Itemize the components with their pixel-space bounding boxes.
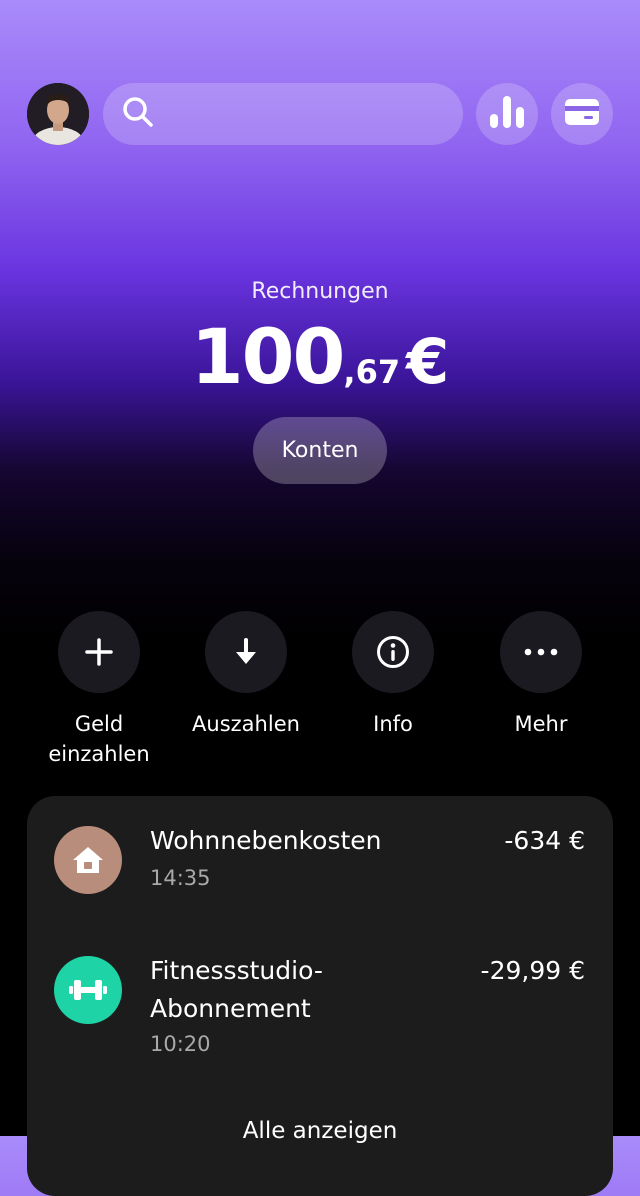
house-icon	[54, 826, 122, 894]
more-action[interactable]: Mehr	[461, 611, 621, 739]
search-input[interactable]	[163, 83, 457, 147]
info-icon[interactable]	[352, 611, 434, 693]
credit-card-icon	[565, 99, 599, 129]
balance-currency: €	[406, 325, 450, 398]
transaction-time: 10:20	[150, 1032, 211, 1056]
transaction-title: Wohnnebenkosten	[150, 826, 382, 855]
quick-actions: Geld einzahlen Auszahlen Info Mehr	[0, 611, 640, 781]
avatar[interactable]	[27, 83, 89, 145]
info-label: Info	[373, 712, 413, 736]
search-icon	[121, 95, 155, 133]
withdraw-action[interactable]: Auszahlen	[166, 611, 326, 739]
transaction-time: 14:35	[150, 866, 211, 890]
show-all-link[interactable]: Alle anzeigen	[0, 1118, 640, 1144]
transaction-title: Fitnessstudio- Abonnement	[150, 956, 323, 1023]
search-bar[interactable]	[103, 83, 463, 147]
deposit-label: Geld einzahlen	[48, 712, 150, 766]
more-label: Mehr	[514, 712, 568, 736]
balance-label: Rechnungen	[251, 279, 389, 304]
transaction-amount: -29,99 €	[480, 956, 585, 985]
balance-decimal: ,67	[343, 353, 401, 391]
top-bar	[27, 83, 613, 147]
cards-button[interactable]	[551, 83, 613, 145]
arrow-down-icon[interactable]	[205, 611, 287, 693]
transaction-amount: -634 €	[504, 826, 585, 855]
statistics-button[interactable]	[476, 83, 538, 145]
bar-chart-icon	[490, 96, 524, 132]
info-action[interactable]: Info	[313, 611, 473, 739]
accounts-button[interactable]: Konten	[253, 417, 387, 484]
balance-amount: 100,67€	[0, 312, 640, 401]
balance-integer: 100	[190, 312, 346, 401]
plus-icon[interactable]	[58, 611, 140, 693]
more-dots-icon[interactable]	[500, 611, 582, 693]
deposit-action[interactable]: Geld einzahlen	[19, 611, 179, 769]
withdraw-label: Auszahlen	[192, 712, 300, 736]
dumbbell-icon	[54, 956, 122, 1024]
